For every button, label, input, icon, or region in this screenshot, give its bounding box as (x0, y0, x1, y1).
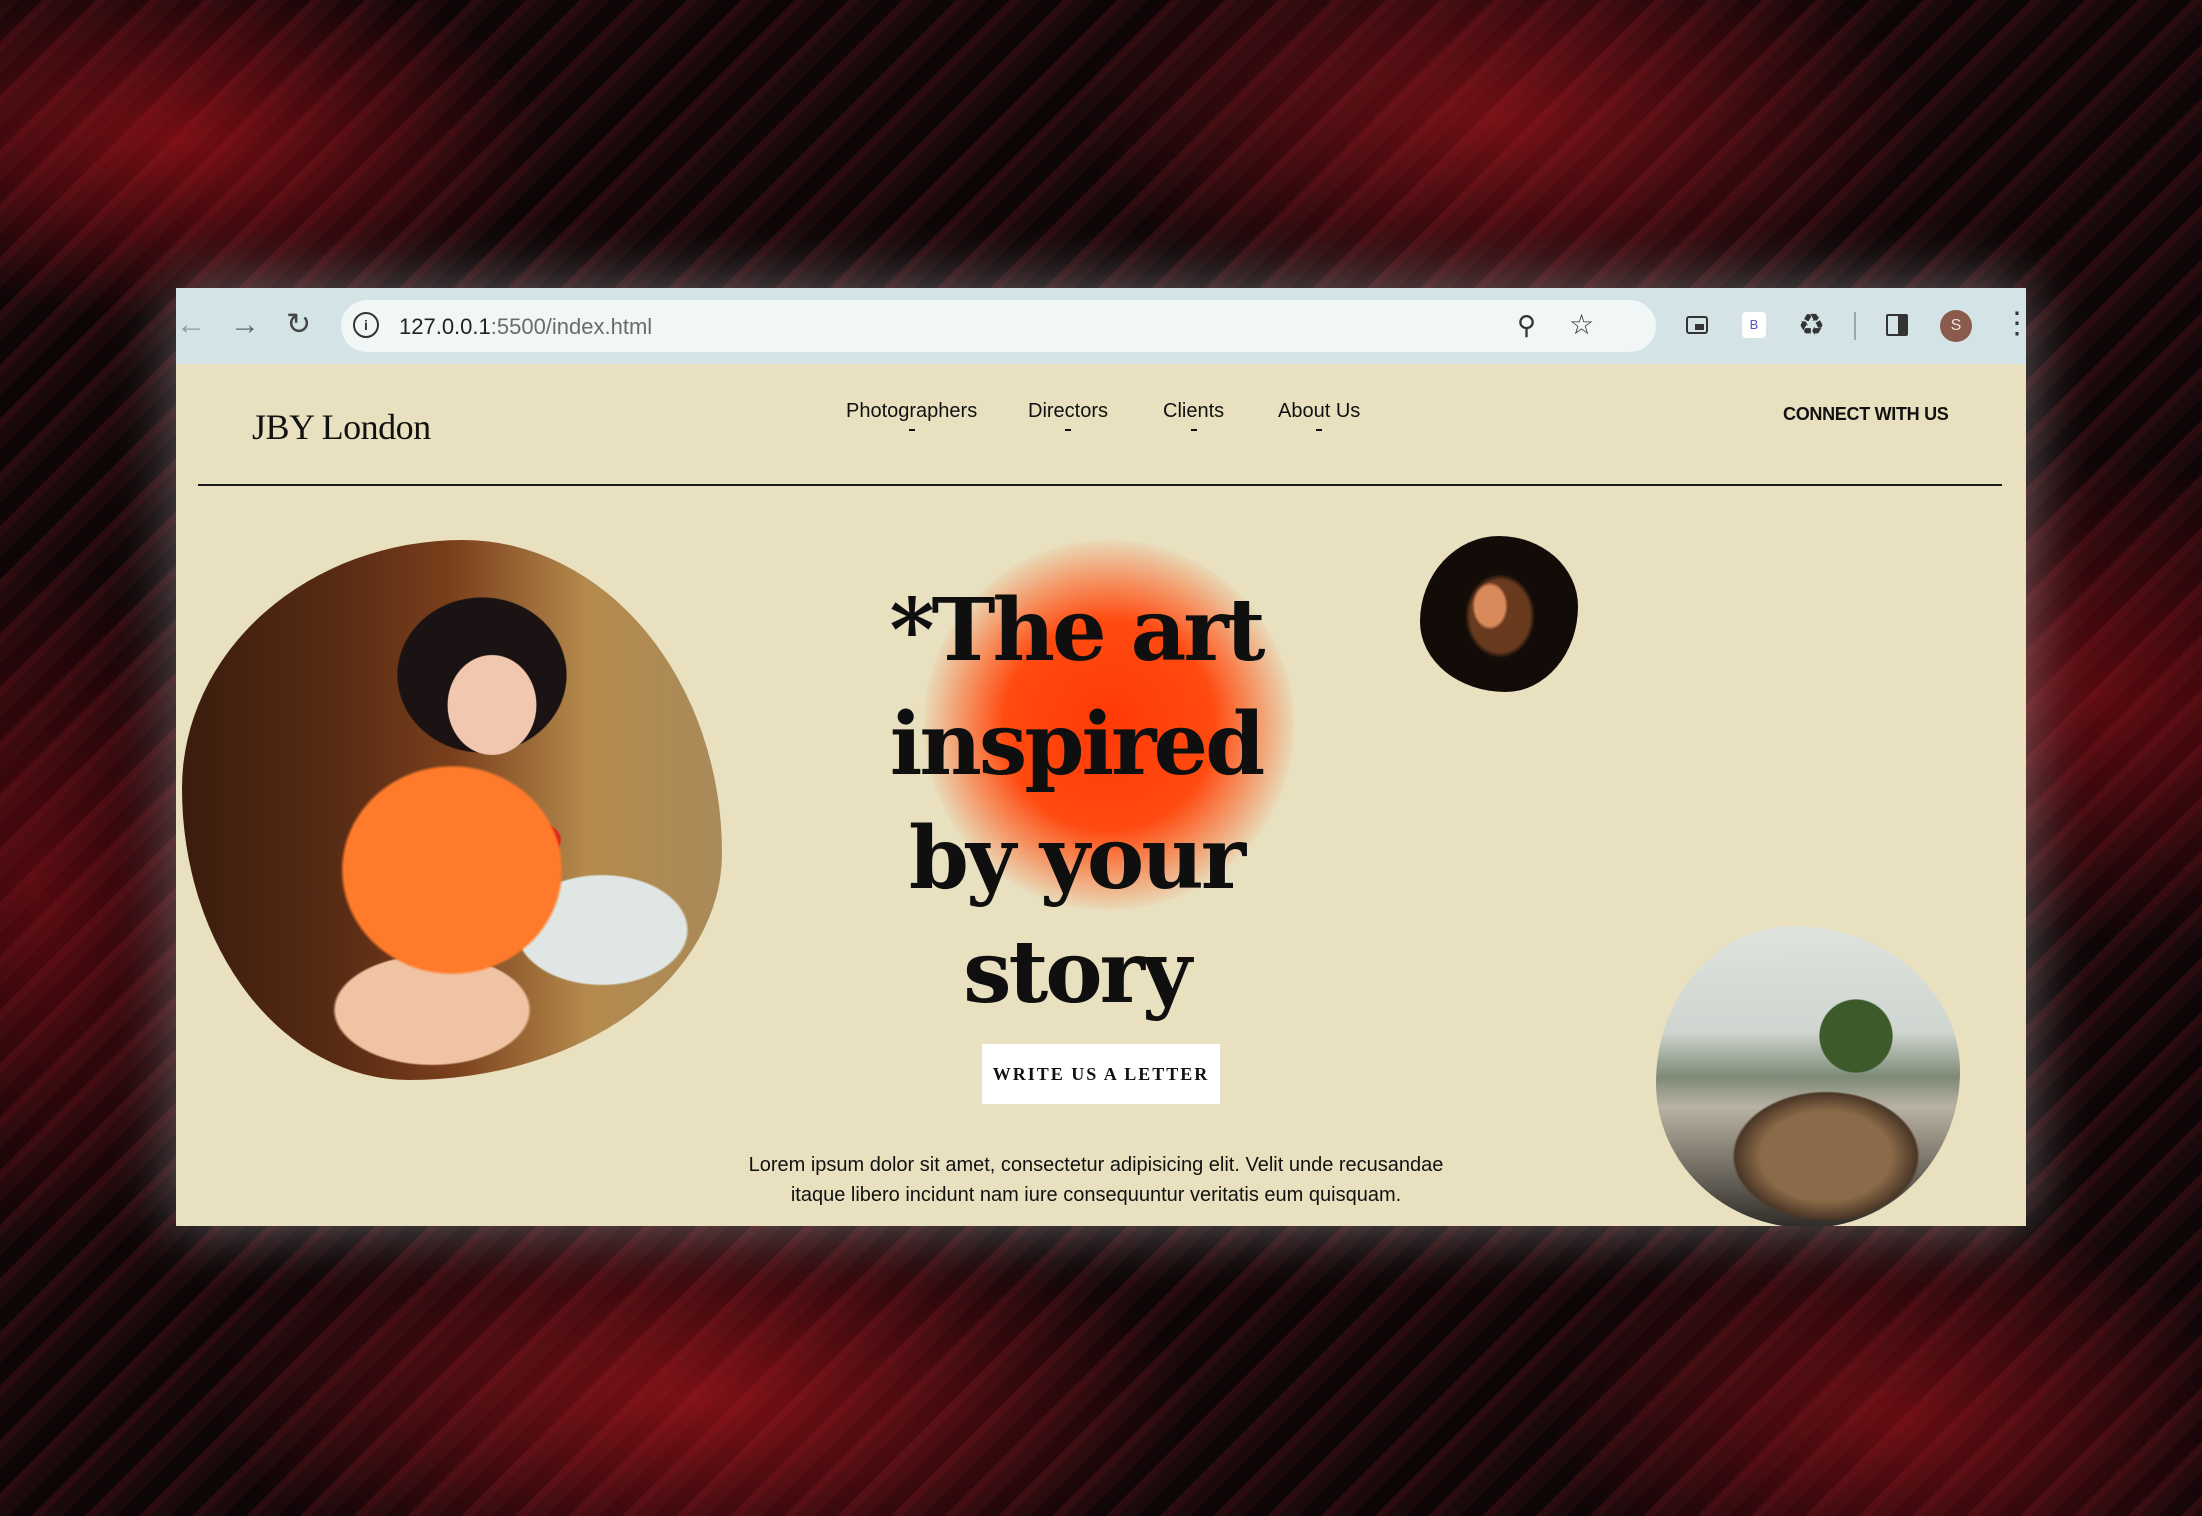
star-icon[interactable]: ☆ (1569, 308, 1594, 341)
nav-label: Directors (1028, 400, 1109, 422)
address-bar[interactable]: i 127.0.0.1:5500/index.html ⚲ ☆ (341, 300, 1656, 352)
nav-label: Clients (1163, 400, 1225, 422)
nav-clients[interactable]: Clients (1163, 400, 1224, 431)
hero-photo-car (1656, 926, 1960, 1226)
web-page: JBY London Photographers Directors Clien… (176, 364, 2026, 1226)
header-divider (198, 484, 2002, 486)
nav-about-us[interactable]: About Us (1278, 400, 1360, 431)
nav-directors[interactable]: Directors (1028, 400, 1108, 431)
connect-link[interactable]: CONNECT WITH US (1783, 404, 1949, 425)
description-line: Lorem ipsum dolor sit amet, consectetur … (748, 1154, 1444, 1176)
picture-in-picture-icon[interactable] (1686, 316, 1708, 334)
hero-headline: *The art inspired by your story (876, 574, 1276, 1030)
side-panel-icon[interactable] (1886, 314, 1908, 336)
headline-line: by your (908, 808, 1246, 909)
write-letter-button[interactable]: WRITE US A LETTER (982, 1044, 1220, 1104)
reload-icon[interactable]: ↻ (286, 310, 311, 340)
nav-label: About Us (1278, 400, 1361, 422)
back-arrow-icon[interactable]: ← (176, 310, 206, 340)
browser-toolbar: ← → ↻ i 127.0.0.1:5500/index.html ⚲ ☆ B … (176, 288, 2026, 364)
hero-description: Lorem ipsum dolor sit amet, consectetur … (706, 1150, 1486, 1210)
url-host: 127.0.0.1 (399, 314, 491, 339)
nav-photographers[interactable]: Photographers (846, 400, 977, 431)
browser-window: ← → ↻ i 127.0.0.1:5500/index.html ⚲ ☆ B … (176, 288, 2026, 1226)
extensions-icon[interactable]: ♻ (1798, 308, 1825, 343)
profile-avatar[interactable]: S (1940, 310, 1972, 342)
nav-label: Photographers (846, 400, 978, 422)
hero-photo-small (1420, 536, 1578, 692)
headline-line: inspired (889, 694, 1266, 795)
site-info-icon[interactable]: i (353, 312, 379, 338)
url-path: :5500/index.html (490, 314, 653, 339)
description-line: itaque libero incidunt nam iure consequu… (790, 1184, 1402, 1206)
headline-line: story (963, 922, 1192, 1023)
forward-arrow-icon[interactable]: → (230, 310, 260, 340)
toolbar-divider (1854, 312, 1856, 340)
headline-line: *The art (889, 580, 1266, 681)
hero-photo-woman-phone (182, 540, 722, 1080)
zoom-icon[interactable]: ⚲ (1517, 310, 1536, 341)
extension-badge[interactable]: B (1742, 312, 1766, 338)
url-text: 127.0.0.1:5500/index.html (399, 314, 652, 340)
menu-dots-icon[interactable]: ⋮ (2002, 306, 2026, 342)
site-logo[interactable]: JBY London (252, 406, 431, 448)
